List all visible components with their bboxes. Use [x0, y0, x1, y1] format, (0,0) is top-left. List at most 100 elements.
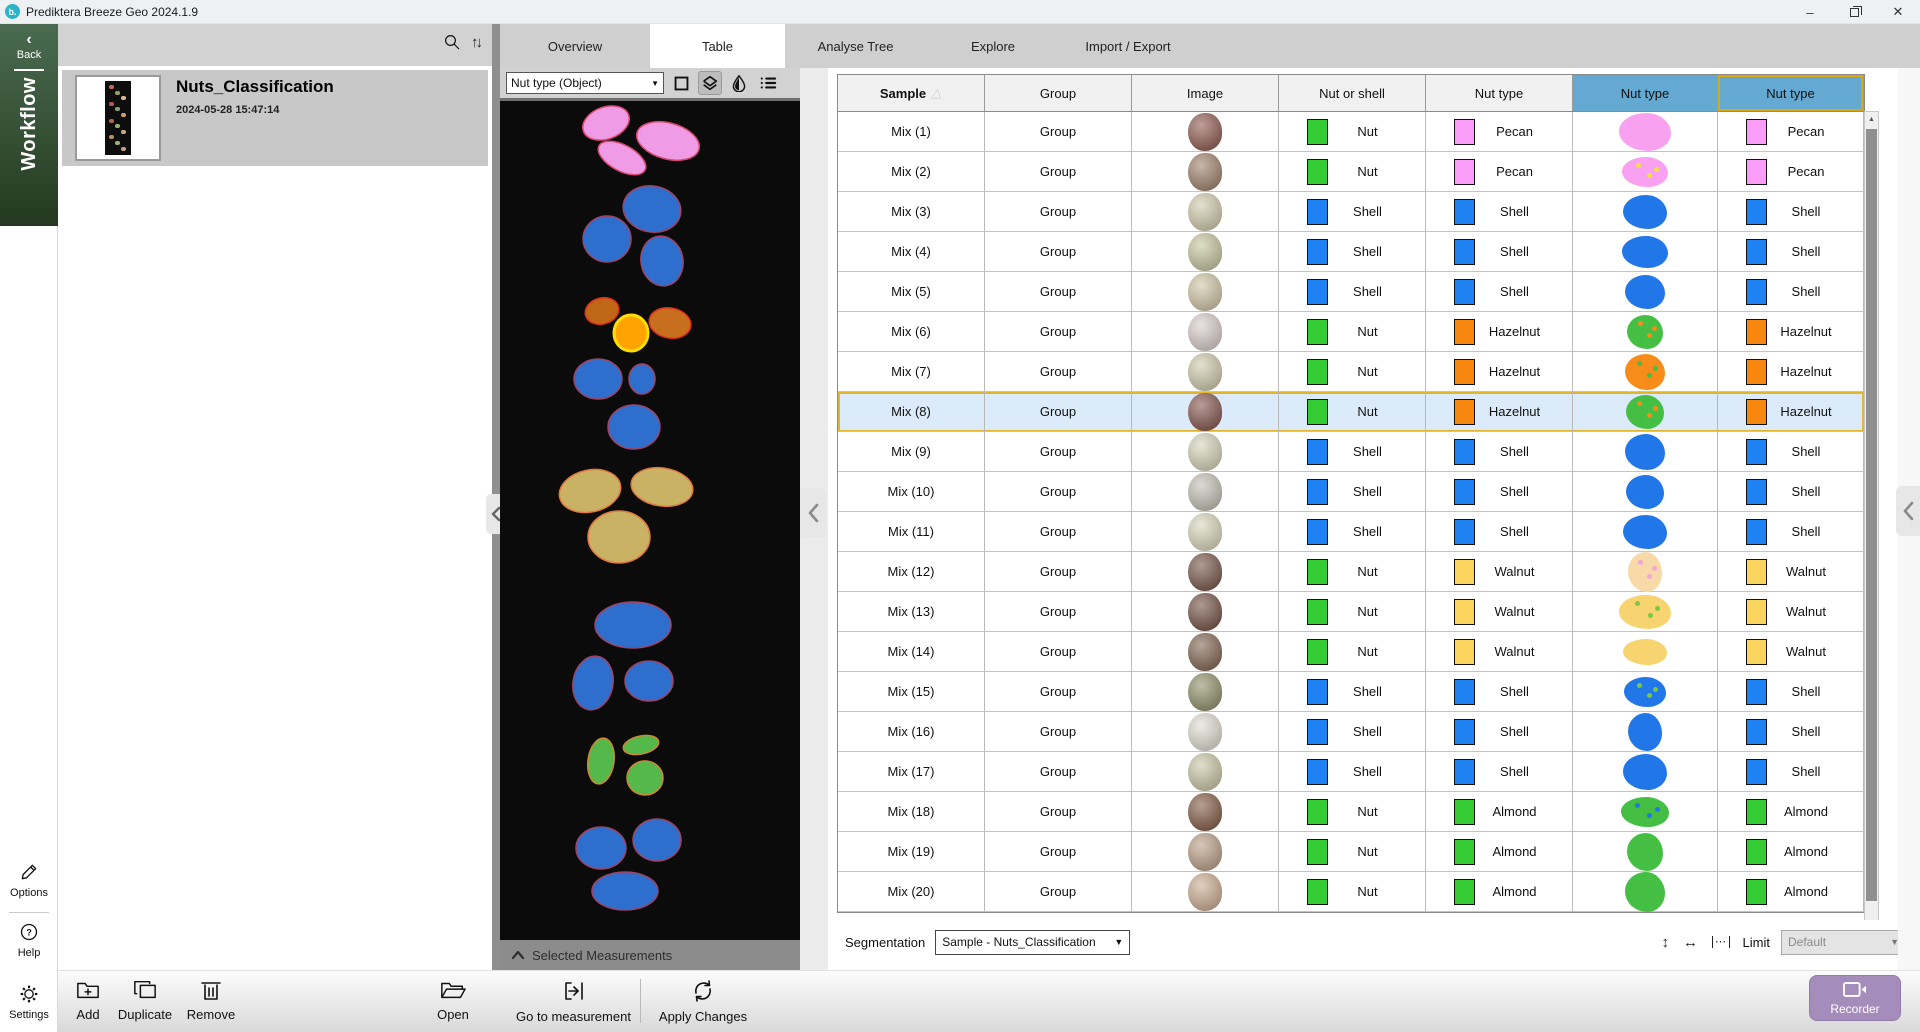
- sort-icon[interactable]: ↑↓: [471, 34, 480, 51]
- nut-mask-thumb: [1622, 157, 1668, 187]
- nut-mask-blob[interactable]: [627, 761, 663, 795]
- row-height-icon[interactable]: ↕: [1662, 934, 1670, 951]
- open-button[interactable]: Open: [428, 979, 478, 1022]
- column-header-nut-or-shell[interactable]: Nut or shell: [1279, 75, 1426, 112]
- tab-bar: Overview Table Analyse Tree Explore Impo…: [500, 24, 1920, 68]
- nut-mask-blob[interactable]: [595, 602, 671, 648]
- selected-measurements-bar[interactable]: Selected Measurements: [500, 940, 800, 970]
- recorder-button[interactable]: Recorder: [1809, 975, 1901, 1021]
- table-row[interactable]: Mix (11)GroupShellShellShell: [838, 512, 1864, 552]
- table-row[interactable]: Mix (8)GroupNutHazelnutHazelnut: [838, 392, 1864, 432]
- nut-mask-blob[interactable]: [622, 732, 661, 757]
- remove-button[interactable]: Remove: [180, 979, 242, 1022]
- nut-mask-blob[interactable]: [583, 216, 631, 262]
- segmentation-dropdown[interactable]: Sample - Nuts_Classification ▼: [935, 930, 1130, 955]
- table-row[interactable]: Mix (16)GroupShellShellShell: [838, 712, 1864, 752]
- table-row[interactable]: Mix (14)GroupNutWalnutWalnut: [838, 632, 1864, 672]
- nut-mask-blob[interactable]: [569, 653, 618, 713]
- table-row[interactable]: Mix (15)GroupShellShellShell: [838, 672, 1864, 712]
- table-scrollbar[interactable]: ▲: [1864, 111, 1879, 949]
- nut-mask-blob[interactable]: [647, 305, 694, 342]
- scrollbar-thumb[interactable]: [1866, 129, 1877, 901]
- table-row[interactable]: Mix (7)GroupNutHazelnutHazelnut: [838, 352, 1864, 392]
- view-contrast-button[interactable]: [727, 71, 751, 95]
- nut-mask-blob[interactable]: [629, 464, 696, 510]
- table-row[interactable]: Mix (12)GroupNutWalnutWalnut: [838, 552, 1864, 592]
- table-row[interactable]: Mix (18)GroupNutAlmondAlmond: [838, 792, 1864, 832]
- table-row[interactable]: Mix (17)GroupShellShellShell: [838, 752, 1864, 792]
- column-width-icon[interactable]: ↔: [1683, 934, 1698, 951]
- collapse-right-handle[interactable]: [1896, 486, 1920, 536]
- add-button[interactable]: Add: [66, 979, 110, 1022]
- limit-dropdown[interactable]: Default ▼: [1781, 930, 1906, 955]
- nut-mask-blob[interactable]: [585, 736, 617, 785]
- tab-analyse-tree[interactable]: Analyse Tree: [785, 24, 926, 68]
- class-color-swatch: [1454, 319, 1475, 345]
- library-item-nuts-classification[interactable]: Nuts_Classification 2024-05-28 15:47:14: [62, 70, 488, 166]
- view-plain-button[interactable]: [669, 71, 693, 95]
- column-header-image[interactable]: Image: [1132, 75, 1279, 112]
- tab-import-export[interactable]: Import / Export: [1060, 24, 1196, 68]
- options-button[interactable]: Options: [0, 862, 58, 899]
- nut-mask-blob[interactable]: [633, 819, 681, 861]
- nut-mask-blob[interactable]: [578, 101, 634, 146]
- nut-mask-thumb: [1622, 236, 1668, 268]
- back-button[interactable]: ‹ Back: [0, 32, 58, 61]
- nut-mask-blob[interactable]: [625, 661, 673, 701]
- table-row[interactable]: Mix (6)GroupNutHazelnutHazelnut: [838, 312, 1864, 352]
- view-list-button[interactable]: [756, 71, 780, 95]
- segmentation-viewer[interactable]: [500, 98, 800, 940]
- tab-overview[interactable]: Overview: [500, 24, 650, 68]
- restore-button[interactable]: [1832, 0, 1876, 24]
- table-row[interactable]: Mix (10)GroupShellShellShell: [838, 472, 1864, 512]
- tab-explore[interactable]: Explore: [926, 24, 1060, 68]
- class-label: Nut: [1328, 804, 1425, 819]
- settings-button[interactable]: Settings: [0, 984, 58, 1021]
- minimize-button[interactable]: –: [1788, 0, 1832, 24]
- nut-mask-blob[interactable]: [614, 315, 648, 351]
- class-color-swatch: [1454, 199, 1475, 225]
- nut-mask-blob[interactable]: [637, 233, 687, 290]
- help-button[interactable]: ? Help: [0, 922, 58, 959]
- table-row[interactable]: Mix (9)GroupShellShellShell: [838, 432, 1864, 472]
- nut-photo: [1188, 553, 1222, 591]
- table-row[interactable]: Mix (20)GroupNutAlmondAlmond: [838, 872, 1864, 912]
- go-to-measurement-button[interactable]: Go to measurement: [506, 979, 641, 1024]
- column-header-nut-type[interactable]: Nut type: [1426, 75, 1573, 112]
- layer-select-dropdown[interactable]: Nut type (Object) ▼: [506, 72, 664, 94]
- distribute-icon[interactable]: ⋯: [1712, 936, 1730, 948]
- duplicate-button[interactable]: Duplicate: [110, 979, 180, 1022]
- view-layers-button[interactable]: [698, 71, 722, 95]
- table-row[interactable]: Mix (5)GroupShellShellShell: [838, 272, 1864, 312]
- column-header-nut-type[interactable]: Nut type: [1718, 75, 1864, 112]
- column-header-nut-type[interactable]: Nut type: [1573, 75, 1718, 112]
- table-row[interactable]: Mix (2)GroupNutPecanPecan: [838, 152, 1864, 192]
- nut-mask-blob[interactable]: [555, 464, 624, 518]
- nut-mask-blob[interactable]: [592, 872, 658, 910]
- table-row[interactable]: Mix (13)GroupNutWalnutWalnut: [838, 592, 1864, 632]
- column-header-group[interactable]: Group: [985, 75, 1132, 112]
- nut-mask-blob[interactable]: [576, 827, 626, 869]
- close-button[interactable]: ✕: [1876, 0, 1920, 24]
- column-header-sample[interactable]: Sample△: [838, 75, 985, 112]
- class-label: Walnut: [1475, 564, 1572, 579]
- tab-table[interactable]: Table: [650, 24, 785, 68]
- collapse-viewer-handle[interactable]: [800, 488, 826, 538]
- cell-nut-or-shell: Shell: [1279, 192, 1426, 232]
- table-row[interactable]: Mix (4)GroupShellShellShell: [838, 232, 1864, 272]
- table-row[interactable]: Mix (3)GroupShellShellShell: [838, 192, 1864, 232]
- cell-image: [1132, 792, 1279, 832]
- table-row[interactable]: Mix (19)GroupNutAlmondAlmond: [838, 832, 1864, 872]
- cell-nut-type: Pecan: [1426, 112, 1573, 152]
- cell-nut-type-mask: [1573, 112, 1718, 152]
- nut-mask-blob[interactable]: [608, 405, 660, 449]
- nut-mask-blob[interactable]: [629, 364, 655, 394]
- apply-changes-button[interactable]: Apply Changes: [648, 979, 758, 1024]
- chevron-up-icon: [512, 951, 524, 959]
- scroll-up-arrow-icon[interactable]: ▲: [1865, 112, 1878, 127]
- nut-mask-blob[interactable]: [574, 359, 622, 399]
- nut-mask-blob[interactable]: [588, 511, 650, 563]
- table-row[interactable]: Mix (1)GroupNutPecanPecan: [838, 112, 1864, 152]
- search-icon[interactable]: [443, 33, 461, 51]
- cell-nut-or-shell: Nut: [1279, 792, 1426, 832]
